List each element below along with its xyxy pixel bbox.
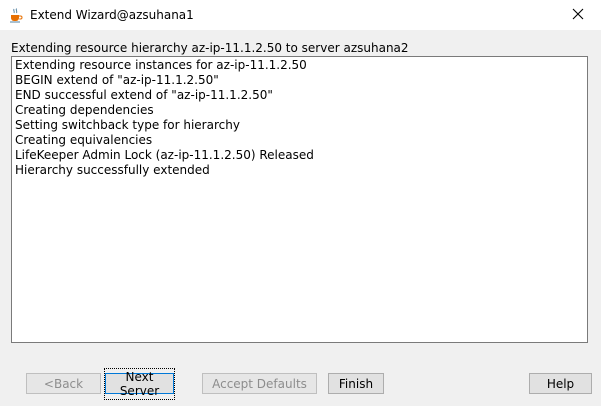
- next-server-button[interactable]: Next Server: [104, 367, 175, 400]
- log-line: Extending resource instances for az-ip-1…: [15, 58, 307, 72]
- log-line: Hierarchy successfully extended: [15, 163, 210, 177]
- help-button-label: Help: [546, 376, 575, 391]
- window-title: Extend Wizard@azsuhana1: [30, 8, 194, 22]
- finish-button-label: Finish: [338, 376, 374, 391]
- log-line: Setting switchback type for hierarchy: [15, 118, 240, 132]
- close-icon: [572, 8, 584, 23]
- accept-defaults-button[interactable]: Accept Defaults: [202, 373, 317, 394]
- log-line: END successful extend of "az-ip-11.1.2.5…: [15, 88, 273, 102]
- wizard-heading: Extending resource hierarchy az-ip-11.1.…: [11, 41, 409, 55]
- log-line: Creating equivalencies: [15, 133, 153, 147]
- log-line: Creating dependencies: [15, 103, 154, 117]
- back-button[interactable]: <Back: [26, 373, 101, 394]
- log-line: BEGIN extend of "az-ip-11.1.2.50": [15, 73, 219, 87]
- java-cup-icon: [8, 7, 24, 23]
- log-line: LifeKeeper Admin Lock (az-ip-11.1.2.50) …: [15, 148, 314, 162]
- accept-defaults-button-label: Accept Defaults: [212, 376, 307, 391]
- finish-button[interactable]: Finish: [328, 373, 384, 394]
- back-button-label: <Back: [43, 376, 84, 391]
- help-button[interactable]: Help: [529, 373, 592, 394]
- close-button[interactable]: [555, 0, 601, 30]
- next-server-button-label: Next Server: [104, 367, 175, 400]
- title-bar: Extend Wizard@azsuhana1: [0, 0, 601, 30]
- log-output[interactable]: Extending resource instances for az-ip-1…: [11, 56, 588, 343]
